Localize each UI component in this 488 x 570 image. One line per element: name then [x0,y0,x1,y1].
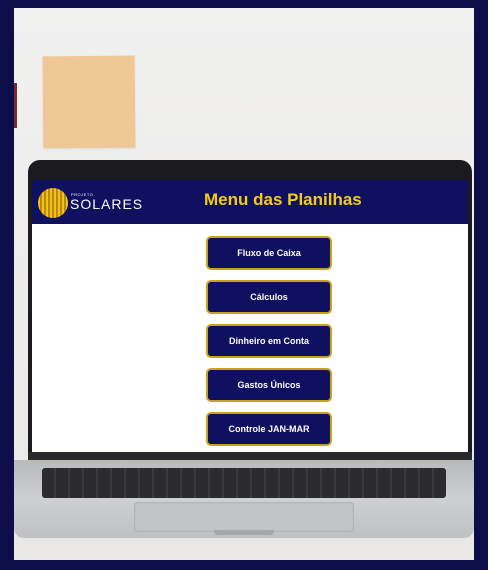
laptop-screen: PROJETO SOLARES Menu das Planilhas Fluxo… [32,180,468,452]
menu-button-calculos[interactable]: Cálculos [206,280,332,314]
menu-button-dinheiro-em-conta[interactable]: Dinheiro em Conta [206,324,332,358]
laptop-keyboard [42,468,446,498]
menu-button-fluxo-de-caixa[interactable]: Fluxo de Caixa [206,236,332,270]
menu-list: Fluxo de Caixa Cálculos Dinheiro em Cont… [206,236,332,452]
laptop-hinge [28,452,472,460]
photo-frame: PROJETO SOLARES Menu das Planilhas Fluxo… [14,8,474,560]
laptop-trackpad [134,502,354,532]
page-title: Menu das Planilhas [204,190,362,209]
laptop-front-notch [214,530,274,535]
sun-logo-icon [38,188,68,218]
app-header: PROJETO SOLARES Menu das Planilhas [32,180,468,224]
logo-text: SOLARES [70,196,144,212]
menu-button-controle-jan-mar[interactable]: Controle JAN-MAR [206,412,332,446]
wall-edge-mark [14,83,17,128]
sticky-note [42,55,136,149]
menu-button-gastos-unicos[interactable]: Gastos Únicos [206,368,332,402]
